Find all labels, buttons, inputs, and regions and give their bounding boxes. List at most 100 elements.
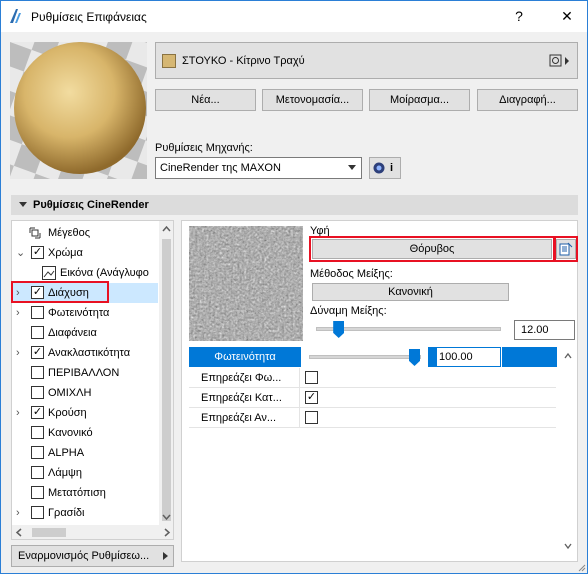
delete-button[interactable]: Διαγραφή...	[477, 89, 578, 111]
scroll-right-icon[interactable]	[159, 525, 174, 540]
column-divider	[299, 408, 300, 428]
close-button[interactable]: ✕	[554, 5, 580, 27]
tree-item[interactable]: › ✓ Ανακλαστικότητα	[12, 343, 158, 363]
tree-item[interactable]: ΠΕΡΙΒΑΛΛΟΝ	[12, 363, 158, 383]
tree-item-checkbox[interactable]: ✓	[31, 406, 44, 419]
material-color-swatch	[162, 54, 176, 68]
blend-strength-input[interactable]: 12.00	[514, 320, 575, 340]
cinerender-settings-header[interactable]: Ρυθμίσεις CineRender	[11, 195, 578, 215]
image-icon	[42, 266, 56, 280]
brightness-input[interactable]: 100.00	[436, 347, 501, 367]
texture-preview	[189, 226, 303, 341]
tree-hscroll-thumb[interactable]	[32, 528, 66, 537]
blend-strength-label: Δύναμη Μείξης:	[310, 305, 387, 317]
engine-select[interactable]: CineRender της MAXON	[155, 157, 362, 179]
tree-item-checkbox[interactable]	[31, 366, 44, 379]
tree-item[interactable]: ⌄ ✓ Χρώμα	[12, 243, 158, 263]
channel-detail-panel: Υφή Θόρυβος Μέθοδος Μείξης: Κανονική Δύν…	[181, 220, 578, 562]
chevron-right-icon[interactable]: ›	[16, 403, 26, 423]
tree-item-checkbox[interactable]	[31, 446, 44, 459]
share-button[interactable]: Μοίρασμα...	[369, 89, 470, 111]
material-preview	[10, 42, 147, 179]
tree-item[interactable]: ALPHA	[12, 443, 158, 463]
brightness-accent-fill	[502, 347, 557, 367]
tree-item-checkbox[interactable]	[31, 466, 44, 479]
engine-select-value: CineRender της MAXON	[160, 162, 281, 174]
resize-grip-icon[interactable]	[578, 564, 586, 572]
tree-item-checkbox[interactable]	[31, 486, 44, 499]
property-row: Επηρεάζει Κατ... ✓	[189, 388, 556, 408]
tree-item-label: Κανονικό	[48, 427, 93, 439]
new-button[interactable]: Νέα...	[155, 89, 256, 111]
tree-horizontal-scrollbar[interactable]	[12, 525, 174, 540]
blend-strength-thumb[interactable]	[333, 321, 345, 338]
chevron-down-icon	[348, 165, 356, 170]
brightness-thumb[interactable]	[409, 349, 420, 366]
tree-selection-highlight-box	[11, 281, 109, 303]
tree-item-label: Διαφάνεια	[48, 327, 97, 339]
title-bar: Ρυθμίσεις Επιφάνειας ? ✕	[1, 1, 587, 32]
scroll-down-icon[interactable]	[159, 510, 174, 525]
column-divider	[299, 368, 300, 388]
help-button[interactable]: ?	[506, 5, 532, 27]
brightness-channel-label[interactable]: Φωτεινότητα	[189, 347, 301, 367]
panel-scroll-up-icon[interactable]	[563, 351, 573, 361]
brightness-slider[interactable]	[309, 355, 421, 359]
property-checkbox[interactable]: ✓	[305, 391, 318, 404]
scroll-up-icon[interactable]	[159, 221, 174, 236]
tree-item[interactable]: Κανονικό	[12, 423, 158, 443]
collapse-triangle-icon	[19, 202, 27, 207]
tree-item-label: Γρασίδι	[48, 507, 85, 519]
tree-item[interactable]: Διαφάνεια	[12, 323, 158, 343]
adapt-settings-button[interactable]: Εναρμονισμός Ρυθμίσεω...	[11, 545, 174, 567]
section-title: Ρυθμίσεις CineRender	[33, 199, 149, 211]
noise-texture-image	[189, 226, 303, 341]
preview-sphere-image	[10, 42, 147, 179]
property-label: Επηρεάζει Φω...	[201, 372, 282, 384]
tree-item-label: ΠΕΡΙΒΑΛΛΟΝ	[48, 367, 120, 379]
tree-item[interactable]: › Γρασίδι	[12, 503, 158, 523]
tree-item-label: Μέγεθος	[48, 227, 91, 239]
property-label: Επηρεάζει Αν...	[201, 412, 277, 424]
chevron-right-icon[interactable]: ›	[16, 303, 26, 323]
surface-settings-dialog: Ρυθμίσεις Επιφάνειας ? ✕ ΣΤΟΥΚΟ - Κίτριν…	[0, 0, 588, 574]
browse-highlight-box	[554, 236, 578, 262]
chevron-down-icon[interactable]: ⌄	[16, 243, 26, 263]
tree-item-checkbox[interactable]	[31, 386, 44, 399]
material-selector[interactable]: ΣΤΟΥΚΟ - Κίτρινο Τραχύ	[155, 42, 578, 79]
tree-scroll-thumb[interactable]	[162, 239, 171, 521]
tree-item[interactable]: ΟΜΙΧΛΗ	[12, 383, 158, 403]
tree-item-checkbox[interactable]: ✓	[31, 246, 44, 259]
info-icon: i	[390, 162, 394, 174]
tree-item-checkbox[interactable]	[31, 326, 44, 339]
blend-mode-button[interactable]: Κανονική	[312, 283, 509, 301]
tree-item-label: ΟΜΙΧΛΗ	[48, 387, 92, 399]
tree-item-checkbox[interactable]: ✓	[31, 346, 44, 359]
tree-item-checkbox[interactable]	[31, 426, 44, 439]
property-checkbox[interactable]	[305, 371, 318, 384]
tree-vertical-scrollbar[interactable]	[159, 221, 174, 525]
tree-item[interactable]: › ✓ Κρούση	[12, 403, 158, 423]
tree-item[interactable]: › Φωτεινότητα	[12, 303, 158, 323]
tree-item-checkbox[interactable]	[31, 306, 44, 319]
tree-item[interactable]: Μέγεθος	[12, 223, 158, 243]
resize-arrows-icon	[29, 227, 41, 239]
archicad-logo-icon	[10, 9, 21, 23]
engine-info-button[interactable]: i	[369, 157, 401, 179]
tree-item-checkbox[interactable]	[31, 506, 44, 519]
tree-item-label: Χρώμα	[48, 247, 83, 259]
channel-tree: Μέγεθος ⌄ ✓ Χρώμα Εικόνα (Ανάγλυφο › ✓ Διάχυση ›…	[11, 220, 174, 540]
tree-item[interactable]: Λάμψη	[12, 463, 158, 483]
rename-button[interactable]: Μετονομασία...	[262, 89, 363, 111]
material-catalog-icon[interactable]	[549, 54, 571, 68]
property-checkbox[interactable]	[305, 411, 318, 424]
tree-item[interactable]: Εικόνα (Ανάγλυφο	[12, 263, 158, 283]
property-label: Επηρεάζει Κατ...	[201, 392, 282, 404]
chevron-right-icon[interactable]: ›	[16, 343, 26, 363]
scroll-left-icon[interactable]	[12, 525, 27, 540]
tree-item-label: Λάμψη	[48, 467, 83, 479]
panel-scroll-down-icon[interactable]	[563, 541, 573, 551]
chevron-right-icon[interactable]: ›	[16, 503, 26, 523]
tree-item[interactable]: Μετατόπιση	[12, 483, 158, 503]
property-row: Επηρεάζει Αν...	[189, 408, 556, 428]
